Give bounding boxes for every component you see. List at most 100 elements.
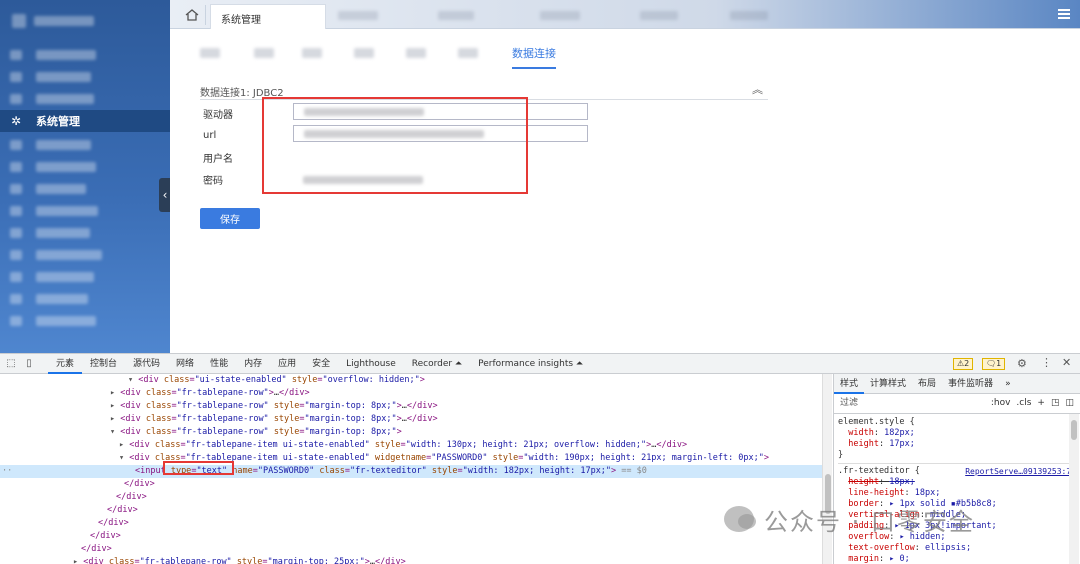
expand-toggle-icon[interactable]: ▸ [110, 414, 120, 424]
sidebar-item[interactable] [0, 134, 170, 156]
devtools-tab[interactable]: Recorder ⏶ [404, 354, 470, 374]
save-button[interactable]: 保存 [200, 208, 260, 229]
settings-icon[interactable]: ⚙ [1017, 357, 1027, 370]
dom-node[interactable]: ▸ <div class="fr-tablepane-item ui-state… [0, 439, 687, 452]
add-rule-button[interactable]: + [1037, 398, 1045, 409]
devtools-tab[interactable]: 安全 [304, 354, 338, 374]
devtools-tab[interactable]: 应用 [270, 354, 304, 374]
gear-icon: ✲ [10, 114, 22, 128]
hamburger-icon[interactable] [1058, 9, 1070, 19]
cls-toggle[interactable]: .cls [1016, 398, 1031, 409]
dom-node[interactable]: </div> [0, 478, 155, 491]
dom-node[interactable]: ▸ <div class="fr-tablepane-row" style="m… [0, 413, 438, 426]
expand-toggle-icon[interactable]: ▾ [128, 375, 138, 385]
stylesheet-link[interactable]: ReportServe…09139253:71 [965, 466, 1076, 477]
devtools-tab[interactable]: 网络 [168, 354, 202, 374]
warning-badge[interactable]: ⚠2 [953, 358, 974, 370]
dom-node[interactable]: ▾ <div class="fr-tablepane-item ui-state… [0, 452, 769, 465]
styles-body: element.style { width: 182px; height: 17… [834, 414, 1080, 564]
sidebar-item[interactable] [0, 200, 170, 222]
devtools-tab[interactable]: 元素 [48, 354, 83, 374]
dom-node[interactable]: </div> [0, 491, 147, 504]
css-declaration: height: 18px; [848, 477, 915, 487]
highlight-box-type [163, 461, 234, 475]
hov-toggle[interactable]: :hov [991, 398, 1011, 409]
logo-text [34, 16, 94, 26]
expand-toggle-icon[interactable]: ▸ [110, 388, 120, 398]
blurred-tab[interactable] [338, 11, 378, 20]
css-declaration: height: 17px; [848, 439, 915, 449]
expand-toggle-icon[interactable]: ▸ [119, 440, 129, 450]
sidebar-item[interactable] [0, 88, 170, 110]
sidebar-item[interactable] [0, 66, 170, 88]
divider [838, 463, 1076, 464]
home-icon [185, 9, 198, 21]
sidebar-item[interactable] [0, 222, 170, 244]
filter-label[interactable]: 过滤 [840, 398, 858, 409]
sidebar-item-label: 系统管理 [36, 115, 80, 128]
device-toggle-icon[interactable]: ▯ [22, 357, 36, 371]
dom-node[interactable]: </div> [0, 504, 138, 517]
devtools-tab[interactable]: 源代码 [125, 354, 168, 374]
blurred-subtab[interactable] [254, 48, 274, 58]
dom-node[interactable]: </div> [0, 543, 112, 556]
blurred-tab[interactable] [730, 11, 768, 20]
dom-node[interactable]: ▸ <div class="fr-tablepane-row" style="m… [0, 400, 438, 413]
dom-node[interactable]: ▸ <div class="fr-tablepane-row">…</div> [0, 387, 310, 400]
sidebar-item[interactable] [0, 288, 170, 310]
sidebar-logo [12, 12, 152, 30]
expand-toggle-icon[interactable]: ▸ [110, 401, 120, 411]
blurred-tab[interactable] [640, 11, 678, 20]
elements-tree[interactable]: ▾ <div class="ui-state-enabled" style="o… [0, 374, 822, 564]
devtools-tab[interactable]: Lighthouse [338, 354, 404, 374]
collapse-icon[interactable]: ︽ [752, 81, 763, 97]
css-selector: element.style { [838, 417, 915, 427]
devtools-tab[interactable]: Performance insights ⏶ [470, 354, 591, 374]
css-declaration: width: 182px; [848, 428, 915, 438]
blurred-tab[interactable] [438, 11, 474, 20]
tab-data-connection[interactable]: 数据连接 [512, 45, 556, 69]
styles-tab[interactable]: » [999, 374, 1017, 394]
dom-node-html: <div class="ui-state-enabled" style="ove… [138, 375, 425, 385]
blurred-subtab[interactable] [406, 48, 426, 58]
styles-tab[interactable]: 事件监听器 [942, 374, 999, 394]
dom-node[interactable]: ▾ <div class="fr-tablepane-row" style="m… [0, 426, 402, 439]
expand-toggle-icon[interactable]: ▾ [110, 427, 120, 437]
inspect-icon[interactable]: ⬚ [4, 357, 18, 371]
styles-tab[interactable]: 计算样式 [864, 374, 912, 394]
sidebar-item[interactable] [0, 156, 170, 178]
styles-tab[interactable]: 样式 [834, 374, 865, 394]
dom-node[interactable]: </div> [0, 530, 121, 543]
dom-node-html: <div class="fr-tablepane-row" style="mar… [120, 401, 438, 411]
issues-badge[interactable]: 🗨1 [982, 358, 1006, 370]
dom-node[interactable]: </div> [0, 517, 129, 530]
sidebar-item[interactable] [0, 244, 170, 266]
more-options-icon[interactable]: ⋮ [1041, 356, 1052, 369]
styles-tab[interactable]: 布局 [912, 374, 942, 394]
sidebar: ✲ 系统管理 [0, 0, 170, 353]
blurred-subtab[interactable] [200, 48, 220, 58]
devtools-tab[interactable]: 内存 [236, 354, 270, 374]
tab-system-management[interactable]: 系统管理 [210, 4, 326, 29]
sidebar-item[interactable] [0, 310, 170, 332]
sidebar-toggle-icon[interactable]: ◫ [1065, 398, 1074, 409]
devtools-tab[interactable]: 性能 [202, 354, 236, 374]
blurred-subtab[interactable] [354, 48, 374, 58]
blurred-tab[interactable] [540, 11, 580, 20]
styles-scrollbar[interactable] [1069, 414, 1079, 564]
blurred-subtab[interactable] [458, 48, 478, 58]
blurred-subtab[interactable] [302, 48, 322, 58]
sidebar-item[interactable] [0, 178, 170, 200]
styles-filter[interactable]: 过滤 :hov .cls + ◳ ◫ [834, 394, 1080, 414]
selected-dom-node[interactable]: ·· <input type="text" name="PASSWORD0" cl… [0, 465, 822, 478]
dom-node[interactable]: ▾ <div class="ui-state-enabled" style="o… [0, 374, 425, 387]
devtools-tab[interactable]: 控制台 [82, 354, 125, 374]
sidebar-item[interactable] [0, 266, 170, 288]
home-button[interactable] [178, 5, 206, 25]
paint-icon[interactable]: ◳ [1051, 398, 1060, 409]
expand-toggle-icon[interactable]: ▾ [119, 453, 129, 463]
sidebar-item-system-management[interactable]: ✲ 系统管理 [0, 110, 170, 132]
close-icon[interactable]: ✕ [1062, 356, 1071, 369]
highlight-box [262, 97, 528, 194]
sidebar-item[interactable] [0, 44, 170, 66]
